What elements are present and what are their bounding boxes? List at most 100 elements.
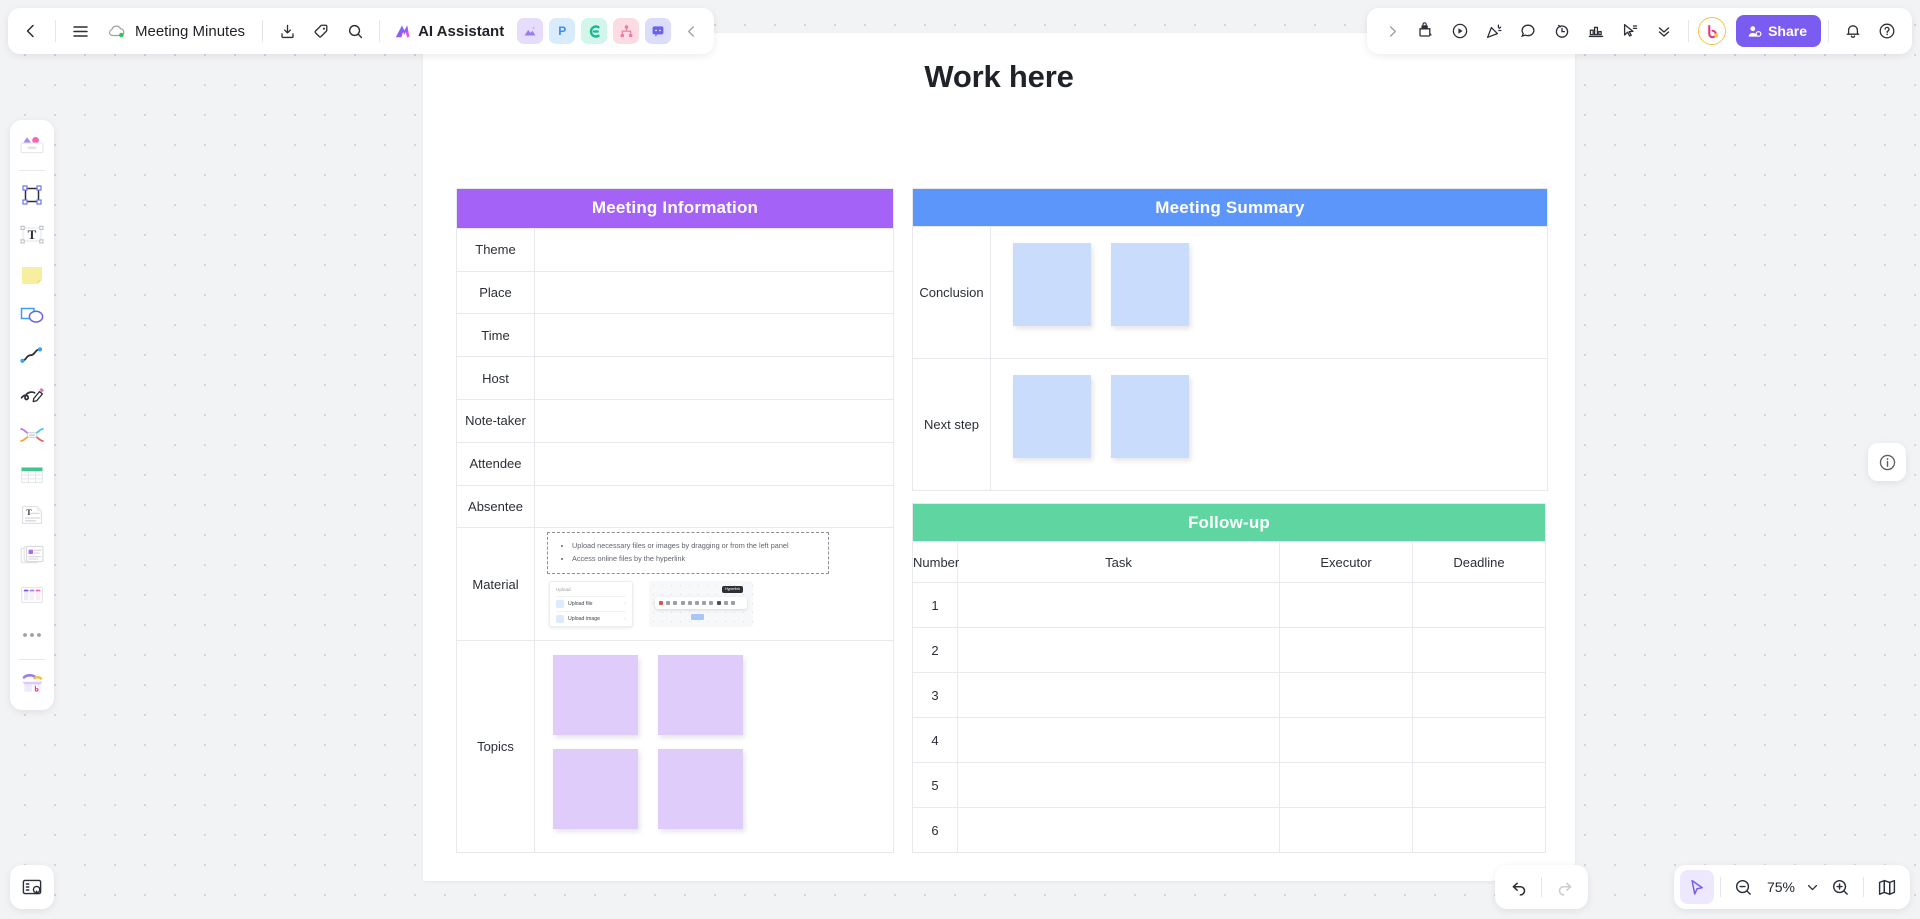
cell-task[interactable]: [957, 762, 1280, 808]
share-button[interactable]: Share: [1736, 15, 1821, 47]
sidebar-item-pen[interactable]: [14, 376, 50, 414]
mindmap-icon: [589, 24, 600, 38]
presentation-app-chip[interactable]: P: [549, 18, 576, 44]
user-avatar[interactable]: [1698, 17, 1727, 45]
flowchart-app-chip[interactable]: [613, 18, 640, 44]
more-dots-icon: [23, 633, 41, 637]
comment-app-chip[interactable]: [645, 18, 672, 44]
material-cell[interactable]: Upload necessary files or images by drag…: [534, 527, 894, 641]
more-tools-button[interactable]: [1647, 14, 1681, 48]
cell-executor[interactable]: [1279, 807, 1413, 853]
sticky-note-lock-button[interactable]: [1409, 14, 1443, 48]
cell-executor[interactable]: [1279, 627, 1413, 673]
cell-task[interactable]: [957, 717, 1280, 763]
sticky-note[interactable]: [553, 654, 638, 735]
back-button[interactable]: [14, 14, 48, 48]
sidebar-item-table[interactable]: [14, 456, 50, 494]
row-value-note-taker[interactable]: [534, 399, 894, 443]
chevron-right-icon: [1389, 25, 1396, 37]
row-value-place[interactable]: [534, 270, 894, 315]
table-row: Note-taker: [456, 399, 894, 443]
sticky-note[interactable]: [658, 654, 743, 735]
connector-icon: [20, 347, 43, 363]
minimap-button[interactable]: [1870, 870, 1904, 904]
upload-file-icon: [556, 600, 564, 609]
topics-cell[interactable]: [534, 639, 894, 854]
sticky-note[interactable]: [658, 748, 743, 829]
cell-executor[interactable]: [1279, 582, 1413, 628]
layers-panel-button[interactable]: [10, 865, 54, 909]
collapse-apps-button[interactable]: [674, 14, 708, 48]
export-button[interactable]: [270, 14, 304, 48]
row-value-attendee[interactable]: [534, 441, 894, 486]
cell-task[interactable]: [957, 582, 1280, 628]
cell-executor[interactable]: [1279, 717, 1413, 763]
celebrate-button[interactable]: [1477, 14, 1511, 48]
info-button[interactable]: [1868, 443, 1906, 481]
row-value-time[interactable]: [534, 313, 894, 358]
cell-task[interactable]: [957, 672, 1280, 718]
sidebar-item-mindmap[interactable]: [14, 416, 50, 454]
timer-button[interactable]: [1545, 14, 1579, 48]
sidebar-item-shape[interactable]: [14, 296, 50, 334]
row-value-host[interactable]: [534, 356, 894, 400]
sidebar-item-frame[interactable]: [14, 176, 50, 214]
sticky-note[interactable]: [1013, 243, 1091, 326]
undo-button[interactable]: [1501, 870, 1535, 904]
help-button[interactable]: [1870, 14, 1904, 48]
play-button[interactable]: [1443, 14, 1477, 48]
row-value-absentee[interactable]: [534, 484, 894, 529]
sidebar-item-text[interactable]: T: [14, 216, 50, 254]
search-button[interactable]: [338, 14, 372, 48]
sticky-note[interactable]: [1111, 375, 1189, 458]
zoom-in-button[interactable]: [1823, 870, 1857, 904]
tag-button[interactable]: [304, 14, 338, 48]
sidebar-item-doc[interactable]: T: [14, 496, 50, 534]
expand-toolbar-button[interactable]: [1375, 14, 1409, 48]
cell-deadline[interactable]: [1412, 762, 1546, 808]
cell-deadline[interactable]: [1412, 672, 1546, 718]
document-title[interactable]: Meeting Minutes: [97, 23, 255, 40]
sidebar-item-upload[interactable]: [14, 665, 50, 703]
sidebar-item-sticky-note[interactable]: [14, 256, 50, 294]
sticky-note[interactable]: [1013, 375, 1091, 458]
cell-deadline[interactable]: [1412, 582, 1546, 628]
ai-assistant-button[interactable]: AI Assistant: [387, 22, 514, 41]
image-app-chip[interactable]: [517, 18, 544, 44]
sidebar-item-more[interactable]: [14, 616, 50, 654]
document-title-text: Meeting Minutes: [135, 22, 246, 40]
mindmap-app-chip[interactable]: [581, 18, 608, 44]
mindmap-icon: [20, 428, 44, 442]
material-hints-box: Upload necessary files or images by drag…: [547, 532, 829, 575]
sidebar-item-templates[interactable]: [14, 127, 50, 165]
sidebar-item-kanban[interactable]: [14, 576, 50, 614]
cell-executor[interactable]: [1279, 762, 1413, 808]
cursor-list-button[interactable]: [1613, 14, 1647, 48]
zoom-level-label[interactable]: 75%: [1761, 879, 1801, 895]
sidebar-item-connector[interactable]: [14, 336, 50, 374]
table-row-conclusion: Conclusion: [912, 226, 1548, 359]
cursor-select-button[interactable]: [1679, 870, 1714, 904]
comment-button[interactable]: [1511, 14, 1545, 48]
next-step-cell[interactable]: [990, 358, 1548, 491]
row-value-theme[interactable]: [534, 227, 894, 272]
sticky-note[interactable]: [553, 748, 638, 829]
cell-deadline[interactable]: [1412, 717, 1546, 763]
cell-deadline[interactable]: [1412, 807, 1546, 853]
sticky-note[interactable]: [1111, 243, 1189, 326]
redo-button[interactable]: [1548, 870, 1582, 904]
zoom-out-button[interactable]: [1727, 870, 1761, 904]
vote-button[interactable]: [1579, 14, 1613, 48]
cell-executor[interactable]: [1279, 672, 1413, 718]
zoom-controls: 75%: [1673, 865, 1910, 909]
conclusion-cell[interactable]: [990, 226, 1548, 359]
notifications-button[interactable]: [1836, 14, 1870, 48]
cell-task[interactable]: [957, 627, 1280, 673]
sidebar-item-media[interactable]: [14, 536, 50, 574]
menu-button[interactable]: [63, 14, 97, 48]
zoom-dropdown-button[interactable]: [1801, 870, 1823, 904]
cell-deadline[interactable]: [1412, 627, 1546, 673]
chevron-left-icon: [26, 24, 34, 38]
cell-task[interactable]: [957, 807, 1280, 853]
chat-icon: [652, 26, 664, 37]
